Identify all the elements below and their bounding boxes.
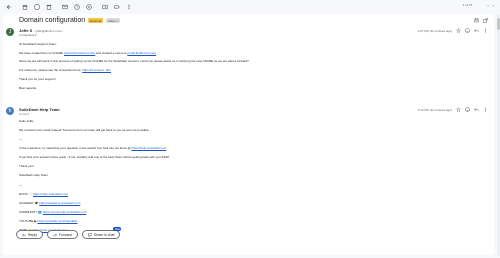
forward-icon <box>53 233 57 236</box>
message-timestamp: 2:12 PM (11 minutes ago) <box>417 108 452 112</box>
body-text: ACADEMY 🎓 <box>19 201 40 205</box>
report-spam-icon[interactable] <box>34 4 40 10</box>
body-line: Thank you! <box>19 164 34 168</box>
print-icon[interactable] <box>474 18 479 23</box>
message-actions <box>456 107 488 112</box>
subject-actions <box>474 18 488 23</box>
inbox-chip-label: Inbox <box>108 18 116 23</box>
recipient-toggle[interactable]: to helpdesk ▾ <box>19 33 37 37</box>
body-link[interactable]: portal.thebiz.firm.com <box>127 51 156 55</box>
new-badge: New <box>113 227 122 231</box>
body-link[interactable]: https://community.suitedash.com <box>43 210 86 214</box>
reply-bar: Reply Forward Share in chat New <box>16 227 122 239</box>
reply-icon[interactable] <box>474 107 479 112</box>
open-new-window-icon[interactable] <box>483 18 488 23</box>
archive-icon[interactable] <box>22 4 28 10</box>
body-text: YOUTUBE ▶ <box>19 219 38 223</box>
emoji-react-icon[interactable] <box>465 28 470 33</box>
body-line: Best regards, <box>19 86 37 90</box>
body-link[interactable]: https://d.screen/...firm <box>82 68 111 72</box>
body-link[interactable]: portal.thecustomer.com <box>64 51 95 55</box>
mark-unread-icon[interactable] <box>62 4 68 10</box>
emoji-react-icon[interactable] <box>465 107 470 112</box>
add-task-icon[interactable] <box>86 4 92 10</box>
star-icon[interactable] <box>456 107 461 112</box>
share-label: Share in chat <box>93 232 115 237</box>
reply-icon <box>22 233 26 236</box>
label-icon[interactable] <box>114 4 120 10</box>
subject-row: Domain configuration External Inbox × <box>19 17 121 24</box>
body-text: We have created the mx CNAME <box>19 51 64 55</box>
more-icon[interactable] <box>483 28 488 33</box>
message-timestamp: 2:07 PM (11 minutes ago) <box>417 29 452 33</box>
body-line: We have created the mx CNAME portal.thec… <box>19 51 156 55</box>
star-icon[interactable] <box>456 28 461 33</box>
delete-icon[interactable] <box>46 4 52 10</box>
avatar: J <box>6 28 14 36</box>
body-line: DOCS 📄 https://help.suitedash.com <box>19 192 68 196</box>
reply-button[interactable]: Reply <box>16 230 43 239</box>
reply-icon[interactable] <box>474 28 479 33</box>
body-line: We received your email request! Someone … <box>19 128 150 132</box>
body-text: For reference, please see the screenshot… <box>19 68 83 72</box>
thread-subject: Domain configuration <box>19 17 86 24</box>
body-line: For reference, please see the screenshot… <box>19 68 111 72</box>
body-line: Since we are still stuck in this process… <box>19 59 249 63</box>
body-line: Hello Joffe, <box>19 119 34 123</box>
recipient-toggle[interactable]: to me ▾ <box>19 112 29 116</box>
chevron-right-icon[interactable]: › <box>493 4 494 8</box>
forward-label: Forward <box>58 232 72 237</box>
pager-text: 1 of 79 <box>462 3 472 7</box>
body-link[interactable]: https://academy.suitedash.com <box>39 201 80 205</box>
avatar: h <box>6 107 14 115</box>
back-arrow-icon[interactable] <box>6 4 12 10</box>
body-line: If you find your answers there great - i… <box>19 155 170 159</box>
body-line: SuiteDash Help Team <box>19 173 48 177</box>
forward-button[interactable]: Forward <box>46 230 78 239</box>
body-text: COMMUNITY 👥 <box>19 210 43 214</box>
body-line: YOUTUBE ▶ https://youtube.com/suitedash <box>19 219 77 223</box>
inbox-chip[interactable]: Inbox × <box>106 18 121 23</box>
body-link[interactable]: https://help.suitedash.com <box>33 192 68 196</box>
body-line: COMMUNITY 👥 https://community.suitedash.… <box>19 210 86 214</box>
body-text: DOCS 📄 <box>19 192 34 196</box>
body-link[interactable]: https://youtube.com/suitedash <box>37 219 77 223</box>
external-chip: External <box>88 18 104 23</box>
move-to-icon[interactable] <box>102 4 108 10</box>
sender-email: <joffe@abcfirm.com> <box>34 29 63 33</box>
share-in-chat-button[interactable]: Share in chat New <box>81 227 122 239</box>
snooze-icon[interactable] <box>74 4 80 10</box>
body-line: In the meantime, try searching your ques… <box>19 146 166 150</box>
body-line: --- <box>19 137 22 141</box>
close-icon[interactable]: × <box>117 19 119 23</box>
reply-label: Reply <box>28 232 37 237</box>
body-line: --- <box>19 183 22 187</box>
chat-icon <box>87 232 92 237</box>
more-icon[interactable] <box>483 107 488 112</box>
body-line: Thank you for your support! <box>19 77 56 81</box>
body-text: In the meantime, try searching your ques… <box>19 146 132 150</box>
chevron-left-icon[interactable]: ‹ <box>487 4 488 8</box>
more-icon[interactable] <box>126 4 132 10</box>
body-line: Hi SuiteDash Support Team, <box>19 42 57 46</box>
message-toolbar: 1 of 79 ‹ › <box>0 0 500 14</box>
message-actions <box>456 28 488 33</box>
pager-nav: ‹ › <box>487 4 494 8</box>
email-thread: Domain configuration External Inbox × J J… <box>3 14 494 255</box>
body-line: ACADEMY 🎓 https://academy.suitedash.com <box>19 201 80 205</box>
body-link[interactable]: https://help.suitedash.com <box>131 146 166 150</box>
body-text: and created a new one <box>95 51 128 55</box>
